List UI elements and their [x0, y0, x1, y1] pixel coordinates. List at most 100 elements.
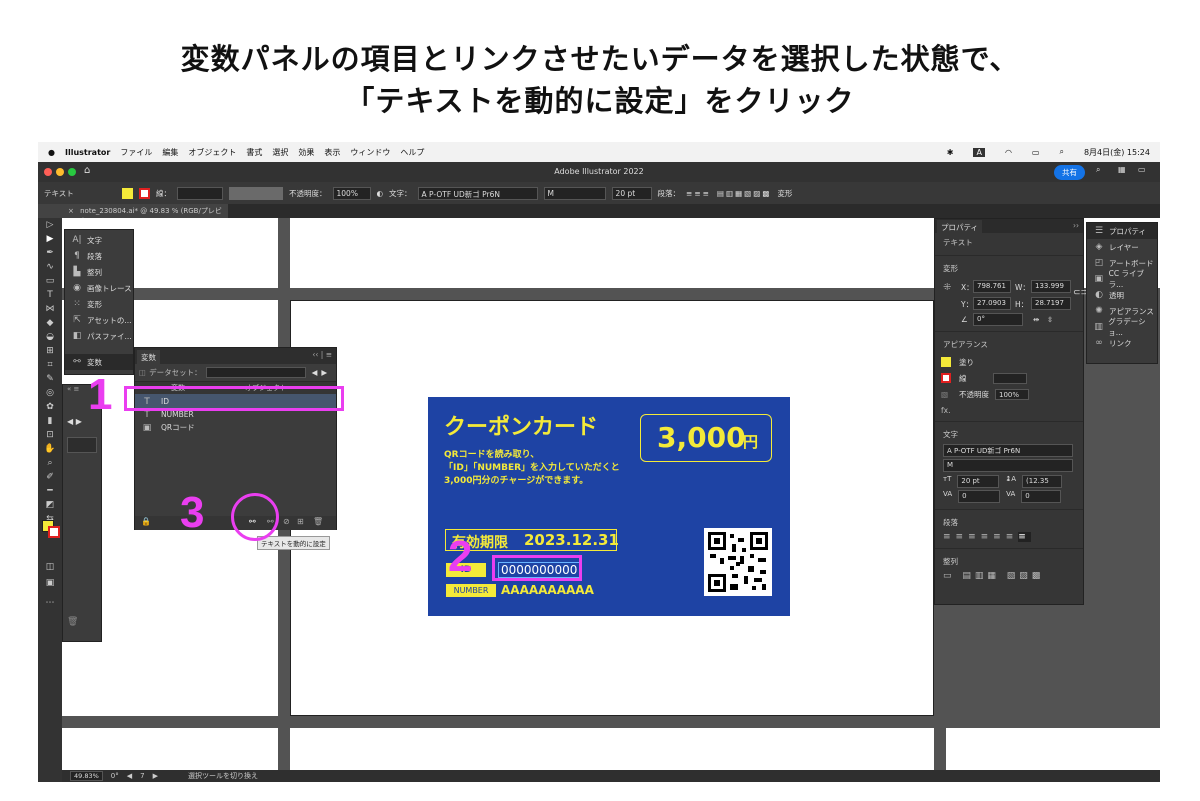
pen-tool-icon[interactable]: ✒ [38, 246, 62, 260]
wifi-icon[interactable]: ◠ [1005, 148, 1012, 157]
font-size-field[interactable]: 20 pt [957, 475, 1000, 488]
eraser-tool-icon[interactable]: ◆ [38, 316, 62, 330]
qr-code[interactable] [704, 528, 772, 596]
shape-builder-tool-icon[interactable]: ◒ [38, 330, 62, 344]
stroke-color-swatch[interactable] [48, 526, 60, 538]
align-object-buttons[interactable]: ▭ ▤▥▦ ▧▨▩ [935, 571, 1083, 581]
curvature-tool-icon[interactable]: ∿ [38, 260, 62, 274]
artboard-number-field[interactable]: 7 [140, 772, 144, 780]
menu-file[interactable]: ファイル [120, 147, 152, 158]
eyedropper-alt-icon[interactable]: ✐ [38, 470, 62, 484]
menu-object[interactable]: オブジェクト [188, 147, 236, 158]
opacity-field[interactable]: 100% [995, 388, 1029, 400]
bluetooth-icon[interactable]: ✱ [947, 148, 954, 157]
selection-tool-icon[interactable]: ▷ [38, 218, 62, 232]
type-tool-icon[interactable]: T [38, 288, 62, 302]
workspace-icon[interactable]: ▭ [1138, 165, 1146, 174]
dock-item-variables[interactable]: ⚯ 変数 [65, 354, 133, 370]
x-field[interactable]: 798.761 [973, 280, 1011, 293]
dock-item-image-trace[interactable]: ◉ 画像トレース [65, 280, 133, 296]
next-artboard-button[interactable]: ▶ [153, 772, 158, 780]
direct-selection-tool-icon[interactable]: ▶ [38, 232, 62, 246]
dock-item-transform[interactable]: ⁙ 変形 [65, 296, 133, 312]
transform-link[interactable]: 変形 [777, 188, 792, 199]
screen-mode-icon[interactable]: ▣ [38, 576, 62, 590]
menu-type[interactable]: 書式 [246, 147, 262, 158]
menu-help[interactable]: ヘルプ [400, 147, 424, 158]
fill-row[interactable]: 塗り [935, 354, 1083, 370]
delete-variable-icon[interactable]: 🗑 [313, 517, 323, 526]
h-field[interactable]: 28.7197 [1031, 297, 1071, 310]
dock-item-properties[interactable]: ☰ プロパティ [1087, 223, 1157, 239]
rectangle-tool-icon[interactable]: ▭ [38, 274, 62, 288]
fill-swatch-icon[interactable] [941, 357, 951, 367]
reference-point-icon[interactable]: ⁜ [943, 282, 951, 293]
menu-select[interactable]: 選択 [272, 147, 288, 158]
unbind-variable-button[interactable]: ⊘ [283, 517, 290, 526]
y-field[interactable]: 27.0903 [973, 297, 1011, 310]
align-object-buttons[interactable]: ▤▥▦▧▨▩ [717, 189, 772, 198]
trash-icon[interactable]: 🗑 [67, 617, 78, 627]
draw-mode-icon[interactable]: ◫ [38, 560, 62, 574]
document-tab[interactable]: × note_230804.ai* @ 49.83 % (RGB/プレビュー) [62, 204, 228, 225]
zoom-tool-icon[interactable]: ⌕ [38, 456, 62, 470]
mesh-tool-icon[interactable]: ⌗ [38, 358, 62, 372]
opacity-field[interactable]: 100% [332, 186, 371, 200]
kerning-field[interactable]: 0 [958, 490, 1001, 503]
stroke-swatch[interactable] [139, 187, 150, 199]
variables-panel-tab[interactable]: 変数 [137, 350, 160, 365]
dataset-next-button[interactable]: ▶ [321, 368, 327, 377]
opacity-row[interactable]: ▧ 不透明度 100% [935, 386, 1083, 402]
prev-artboard-button[interactable]: ◀ [127, 772, 132, 780]
stroke-row[interactable]: 線 [935, 370, 1083, 386]
flip-horizontal-icon[interactable]: ⇹ [1033, 315, 1039, 324]
flip-vertical-icon[interactable]: ⇳ [1047, 315, 1053, 324]
fx-button[interactable]: fx. [935, 402, 1083, 418]
dock-item-layers[interactable]: ◈ レイヤー [1087, 239, 1157, 255]
symbol-sprayer-tool-icon[interactable]: ✿ [38, 400, 62, 414]
font-weight-field[interactable]: M [943, 459, 1073, 472]
close-tab-icon[interactable]: × [68, 207, 74, 215]
stroke-weight-select[interactable] [992, 372, 1027, 384]
tracking-field[interactable]: 0 [1021, 490, 1062, 503]
number-value[interactable]: AAAAAAAAAA [501, 583, 594, 597]
hand-tool-icon[interactable]: ✋ [38, 442, 62, 456]
menu-edit[interactable]: 編集 [162, 147, 178, 158]
dataset-select[interactable] [205, 367, 306, 378]
variable-row[interactable]: ▣ QRコード [135, 420, 336, 435]
free-transform-tool-icon[interactable]: ⊞ [38, 344, 62, 358]
stroke-swatch-icon[interactable] [941, 373, 951, 383]
slice-tool-icon[interactable]: ◩ [38, 498, 62, 512]
panel-menu-icon[interactable]: ‹‹ | ≡ [312, 350, 332, 359]
graph-tool-icon[interactable]: ▮ [38, 414, 62, 428]
font-family-field[interactable]: A P-OTF UD新ゴ Pr6N [943, 444, 1073, 457]
rotate-field[interactable]: 0° [973, 313, 1023, 326]
share-button[interactable]: 共有 [1054, 165, 1085, 180]
leading-field[interactable]: (12.35 [1022, 475, 1063, 488]
rotate-view-field[interactable]: 0° [111, 772, 119, 780]
search-icon[interactable]: ⌕ [1059, 147, 1063, 157]
arrange-documents-icon[interactable]: ▦ [1118, 165, 1126, 174]
measure-tool-icon[interactable]: ━ [38, 484, 62, 498]
battery-icon[interactable]: ▭ [1032, 148, 1040, 157]
w-field[interactable]: 133.999 [1031, 280, 1071, 293]
new-variable-button[interactable]: ⊞ [297, 517, 304, 526]
style-field[interactable] [229, 186, 283, 200]
zoom-field[interactable]: 49.83% [70, 771, 103, 781]
menu-view[interactable]: 表示 [324, 147, 340, 158]
blend-tool-icon[interactable]: ◎ [38, 386, 62, 400]
font-size-field[interactable]: 20 pt [611, 186, 652, 200]
eyedropper-tool-icon[interactable]: ✎ [38, 372, 62, 386]
panel-field[interactable] [67, 437, 97, 453]
more-tools-icon[interactable]: ⋯ [38, 596, 62, 610]
menu-effect[interactable]: 効果 [298, 147, 314, 158]
align-buttons[interactable]: ≡≡≡ [686, 189, 711, 198]
paragraph-align-buttons[interactable]: ≡≡≡≡≡≡≡ [935, 532, 1083, 542]
fill-swatch[interactable] [122, 187, 133, 199]
apple-icon[interactable]: ● [48, 148, 55, 157]
dock-item-paragraph[interactable]: ¶ 段落 [65, 248, 133, 264]
reflect-tool-icon[interactable]: ⋈ [38, 302, 62, 316]
recolor-icon[interactable]: ◐ [377, 189, 384, 198]
dock-item-pathfinder[interactable]: ◧ パスファイ... [65, 328, 133, 344]
dock-item-align[interactable]: ▙ 整列 [65, 264, 133, 280]
